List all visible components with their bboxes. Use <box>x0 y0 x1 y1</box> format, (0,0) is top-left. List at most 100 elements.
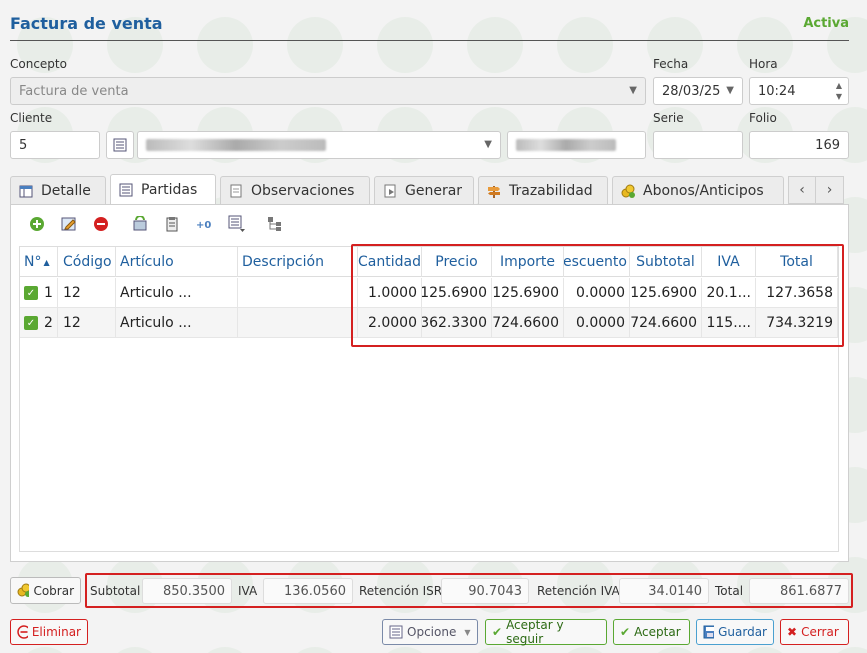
cliente-rfc-field <box>507 131 646 159</box>
tree-view-button[interactable] <box>265 214 285 234</box>
refresh-icon <box>133 216 147 231</box>
col-header-numero-label: N° <box>24 254 42 270</box>
chevron-down-icon: ▼ <box>629 85 637 96</box>
tab-detalle[interactable]: Detalle <box>10 176 106 204</box>
hora-value: 10:24 <box>758 83 796 99</box>
iva-label: IVA <box>238 584 258 598</box>
tab-observaciones[interactable]: Observaciones <box>220 176 370 204</box>
clipboard-button[interactable] <box>162 214 182 234</box>
aceptar-y-seguir-button[interactable]: ✔ Aceptar y seguir <box>485 618 607 646</box>
save-icon <box>703 625 715 639</box>
chevron-down-icon: ▼ <box>484 139 492 150</box>
list-icon <box>389 625 403 639</box>
remove-icon <box>94 217 108 231</box>
redacted-client-name <box>146 139 326 151</box>
page-title: Factura de venta <box>10 14 163 33</box>
cliente-label: Cliente <box>10 111 53 125</box>
row-check-cell[interactable]: ✓ 2 <box>20 308 58 338</box>
number-icon: +0 <box>196 220 211 231</box>
chevron-down-icon: ▼ <box>726 85 734 96</box>
hora-field[interactable]: 10:24 ▲ ▼ <box>749 77 849 105</box>
tab-generar-label: Generar <box>405 182 463 199</box>
checkbox-checked-icon[interactable]: ✓ <box>24 286 38 300</box>
close-icon: ✖ <box>787 625 798 639</box>
table-icon <box>19 185 33 197</box>
tab-detalle-label: Detalle <box>41 182 91 199</box>
tab-observaciones-label: Observaciones <box>251 182 355 199</box>
total-label: Total <box>715 584 744 598</box>
tab-bar: Detalle Partidas Observaciones Generar T… <box>10 174 849 204</box>
tab-trazabilidad[interactable]: Trazabilidad <box>478 176 608 204</box>
retencion-isr-field: 90.7043 <box>441 578 529 604</box>
guardar-button[interactable]: Guardar <box>696 619 774 645</box>
row-number: 1 <box>44 285 53 301</box>
chevron-down-icon: ▼ <box>464 627 471 637</box>
spinner-icon[interactable]: ▲ ▼ <box>836 80 842 102</box>
eliminar-button[interactable]: Eliminar <box>10 619 88 645</box>
folio-value: 169 <box>815 137 840 153</box>
subtotal-field: 850.3500 <box>142 578 232 604</box>
cliente-field[interactable]: 5 <box>10 131 100 159</box>
serie-field[interactable] <box>653 131 743 159</box>
coins-icon <box>17 583 30 597</box>
col-header-descripcion[interactable]: Descripción <box>238 247 358 277</box>
tree-icon <box>268 217 281 231</box>
aceptar-y-seguir-label: Aceptar y seguir <box>506 618 564 646</box>
checkbox-checked-icon[interactable]: ✓ <box>24 316 38 330</box>
edit-row-button[interactable] <box>59 214 79 234</box>
list-dropdown-icon <box>228 215 245 232</box>
status-badge: Activa <box>803 16 849 31</box>
iva-field: 136.0560 <box>263 578 353 604</box>
tab-generar[interactable]: Generar <box>374 176 474 204</box>
chevron-right-icon: › <box>826 182 833 198</box>
folio-field[interactable]: 169 <box>749 131 849 159</box>
remove-row-button[interactable] <box>91 214 111 234</box>
coins-icon <box>621 184 635 198</box>
opcione-dropdown-button[interactable]: Opcione ▼ <box>382 619 478 645</box>
cerrar-label: Cerrar <box>801 625 839 639</box>
concepto-label: Concepto <box>10 57 67 71</box>
serie-label: Serie <box>653 111 684 125</box>
list-options-button[interactable] <box>227 214 247 234</box>
row-check-cell[interactable]: ✓ 1 <box>20 278 58 308</box>
checkmark-icon: ✔ <box>620 625 631 639</box>
cell-descripcion <box>238 308 358 338</box>
retencion-isr-label: Retención ISR <box>359 584 443 598</box>
fecha-field[interactable]: 28/03/25 ▼ <box>653 77 743 105</box>
fecha-label: Fecha <box>653 57 689 71</box>
tab-abonos-label: Abonos/Anticipos <box>643 182 764 199</box>
tab-partidas[interactable]: Partidas <box>110 174 216 204</box>
fecha-value: 28/03/25 <box>662 83 721 99</box>
guardar-label: Guardar <box>718 625 767 639</box>
tab-abonos-anticipos[interactable]: Abonos/Anticipos <box>612 176 784 204</box>
eliminar-label: Eliminar <box>31 625 81 639</box>
add-icon <box>30 217 44 231</box>
redacted-client-rfc <box>516 139 616 151</box>
list-icon <box>119 183 133 196</box>
col-header-codigo[interactable]: Código <box>58 247 116 277</box>
document-icon <box>230 184 242 197</box>
tab-scroll-left-button[interactable]: ‹ <box>788 176 816 204</box>
concepto-value: Factura de venta <box>19 83 129 99</box>
col-header-articulo[interactable]: Artículo <box>116 247 238 277</box>
title-divider <box>10 40 849 41</box>
list-icon <box>113 138 127 152</box>
cobrar-button[interactable]: Cobrar <box>10 577 81 604</box>
cell-articulo: Articulo ... <box>116 278 238 308</box>
generate-icon <box>384 184 396 197</box>
cliente-name-select[interactable]: ▼ <box>137 131 501 159</box>
chevron-left-icon: ‹ <box>799 182 805 198</box>
refresh-button[interactable] <box>130 214 150 234</box>
col-header-numero[interactable]: N° ▲ <box>20 247 58 277</box>
aceptar-button[interactable]: ✔ Aceptar <box>613 619 690 645</box>
numbering-button[interactable]: +0 <box>194 214 214 234</box>
add-row-button[interactable] <box>27 214 47 234</box>
cobrar-label: Cobrar <box>33 583 74 598</box>
aceptar-label: Aceptar <box>634 625 681 639</box>
retencion-iva-label: Retención IVA <box>537 584 620 598</box>
cerrar-button[interactable]: ✖ Cerrar <box>780 619 849 645</box>
cliente-lookup-button[interactable] <box>106 131 134 159</box>
concepto-select[interactable]: Factura de venta ▼ <box>10 77 646 105</box>
numeric-columns-highlight <box>351 244 844 347</box>
tab-scroll-right-button[interactable]: › <box>816 176 844 204</box>
